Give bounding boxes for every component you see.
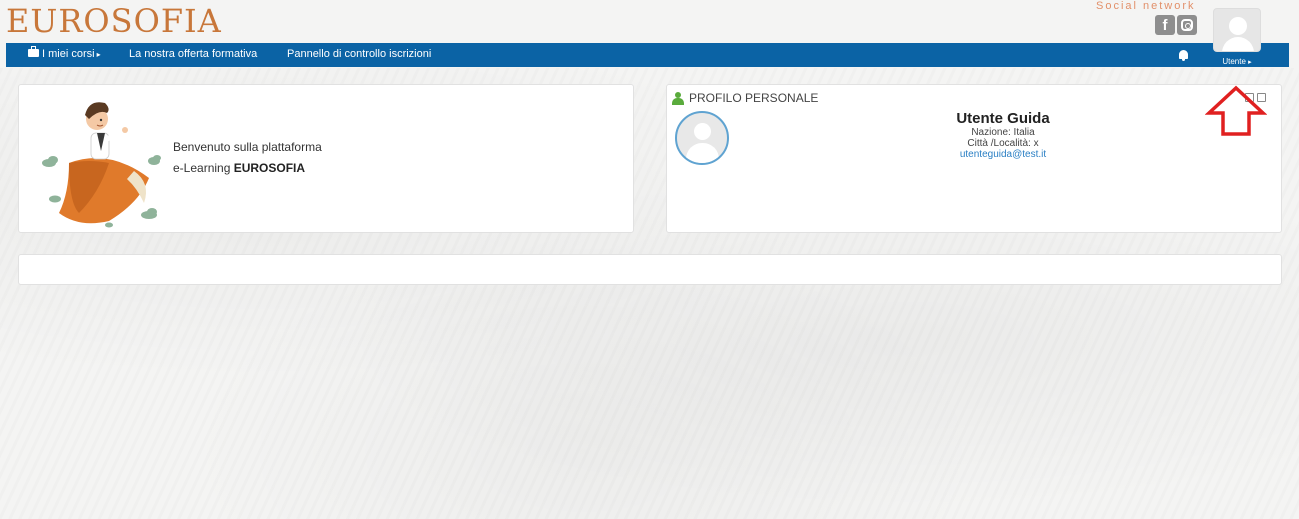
facebook-icon[interactable]: f	[1155, 15, 1175, 35]
red-up-arrow-annotation	[1205, 85, 1267, 136]
welcome-message: Benvenuto sulla plattaforma e-Learning E…	[173, 137, 322, 179]
empty-panel	[18, 254, 1282, 285]
nav-item-label: Pannello di controllo iscrizioni	[287, 48, 432, 60]
person-icon	[672, 91, 684, 105]
user-avatar-icon	[1213, 8, 1261, 52]
welcome-card: Benvenuto sulla plattaforma e-Learning E…	[18, 84, 634, 233]
profile-city: Città /Località: x	[967, 138, 1039, 149]
nav-item-label: La nostra offerta formativa	[129, 48, 258, 60]
briefcase-icon	[28, 46, 39, 57]
nav-item-label: I miei corsi	[42, 48, 95, 60]
profile-email-link[interactable]: utenteguida@test.it	[903, 149, 1103, 160]
profile-header: PROFILO PERSONALE	[672, 91, 818, 105]
welcome-brand: EUROSOFIA	[233, 161, 306, 175]
profile-avatar	[675, 111, 729, 165]
instagram-icon[interactable]	[1177, 15, 1197, 35]
user-menu[interactable]: Utente ▸	[1213, 8, 1261, 66]
main-navbar: I miei corsi ▸ La nostra offerta formativ…	[6, 43, 1289, 67]
welcome-line-1: Benvenuto sulla plattaforma	[173, 140, 322, 154]
nav-item-pannello-iscrizioni[interactable]: Pannello di controllo iscrizioni	[287, 48, 431, 60]
bell-icon[interactable]	[1179, 50, 1188, 61]
profile-nation: Nazione: Italia	[971, 127, 1035, 138]
caret-right-icon: ▸	[96, 50, 101, 59]
user-menu-text: Utente	[1222, 57, 1246, 66]
caret-right-icon: ▸	[1248, 59, 1252, 66]
social-network-label: Social network	[1096, 0, 1196, 12]
user-menu-label: Utente ▸	[1213, 57, 1261, 66]
nav-item-i-miei-corsi[interactable]: I miei corsi ▸	[28, 46, 101, 60]
welcome-prefix: e-Learning	[173, 161, 234, 175]
profile-info: Utente Guida Nazione: Italia Città /Loca…	[903, 110, 1103, 161]
mascot-illustration	[42, 102, 161, 228]
profile-header-title: PROFILO PERSONALE	[689, 91, 819, 105]
profile-card: PROFILO PERSONALE Utente Guida Nazione: …	[666, 84, 1282, 233]
facebook-glyph: f	[1162, 16, 1168, 34]
profile-name: Utente Guida	[956, 110, 1050, 127]
social-icons: f	[1155, 15, 1197, 35]
eurosofia-logo[interactable]: EUROSOFIA	[6, 2, 222, 40]
welcome-line-2: e-Learning EUROSOFIA	[173, 158, 322, 179]
nav-item-offerta-formativa[interactable]: La nostra offerta formativa	[129, 48, 257, 60]
